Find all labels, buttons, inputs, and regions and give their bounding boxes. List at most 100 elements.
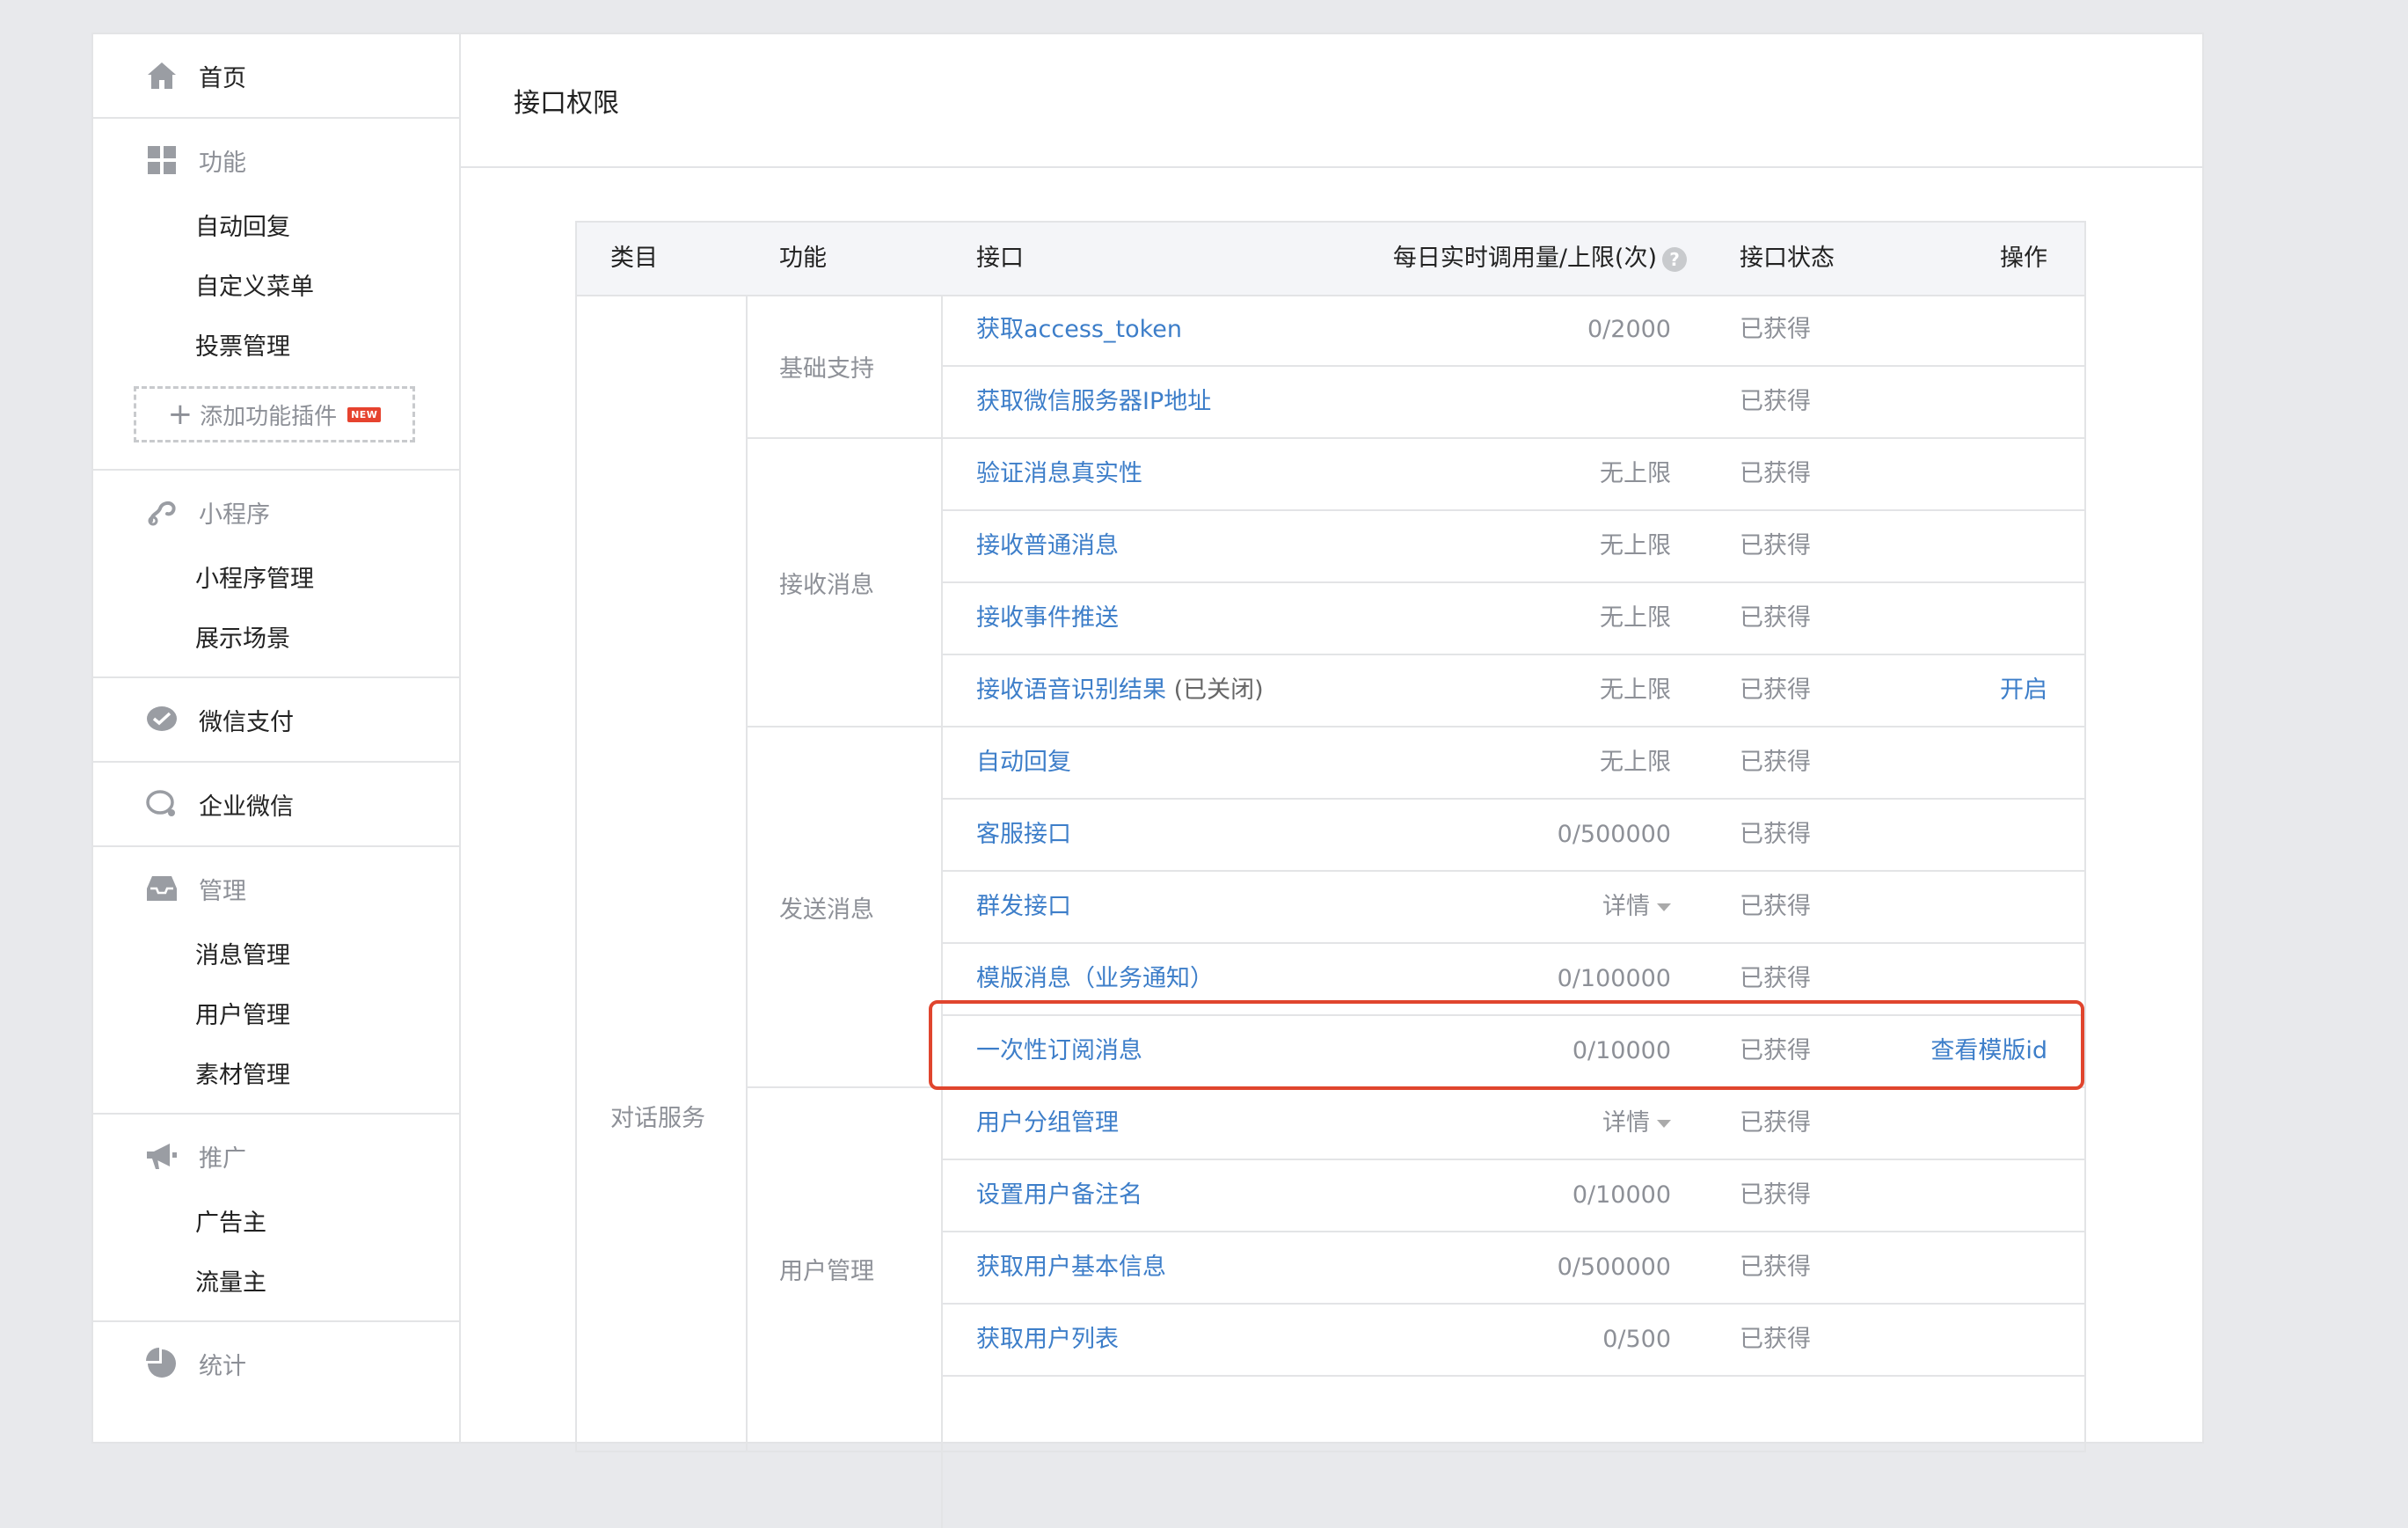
group-send-message: 发送消息: [746, 727, 943, 1088]
page-title: 接口权限: [461, 34, 2202, 168]
sidebar-section-function: 功能 自动回复 自定义菜单 投票管理 + 添加功能插件 NEW: [93, 119, 459, 471]
sidebar-item-advertiser[interactable]: 广告主: [93, 1190, 459, 1250]
quota-text: 0/100000: [1557, 965, 1671, 992]
status-text: 已获得: [1740, 893, 1811, 920]
api-name: 获取用户基本信息: [976, 1254, 1166, 1281]
status-text: 已获得: [1740, 1254, 1811, 1281]
api-name: 接收普通消息: [976, 532, 1119, 559]
sidebar: 首页 功能 自动回复 自定义菜单 投票管理 + 添加功能插件 NEW 小程序 小…: [93, 34, 461, 1442]
api-link[interactable]: 获取用户列表: [976, 1305, 1119, 1375]
table-row: 接收事件推送 无上限 已获得: [943, 583, 2084, 655]
api-link[interactable]: 客服接口: [976, 800, 1071, 870]
api-link[interactable]: 群发接口: [976, 872, 1071, 942]
sidebar-section-stats: 统计: [93, 1322, 459, 1405]
sidebar-item-publisher[interactable]: 流量主: [93, 1250, 459, 1310]
api-name: 接收事件推送: [976, 604, 1119, 632]
api-name: 客服接口: [976, 821, 1071, 848]
status-text: 已获得: [1740, 604, 1811, 632]
api-name: 设置用户备注名: [976, 1181, 1142, 1209]
sidebar-item-wechat-pay[interactable]: 微信支付: [93, 678, 459, 761]
sidebar-item-work-wechat[interactable]: 企业微信: [93, 763, 459, 845]
plus-icon: +: [167, 397, 193, 432]
add-plugin-button[interactable]: + 添加功能插件 NEW: [134, 386, 415, 442]
table-row: 接收普通消息 无上限 已获得: [943, 511, 2084, 583]
status-text: 已获得: [1740, 1109, 1811, 1137]
status-text: 已获得: [1740, 749, 1811, 776]
status-text: 已获得: [1740, 676, 1811, 704]
sidebar-section-title: 小程序: [93, 471, 459, 553]
api-link[interactable]: 验证消息真实性: [976, 439, 1142, 509]
sidebar-item-miniprogram-manage[interactable]: 小程序管理: [93, 546, 459, 606]
table-row: 自动回复 无上限 已获得: [943, 727, 2084, 800]
quota-details-dropdown[interactable]: 详情: [1602, 872, 1671, 942]
quota-text: 0/500000: [1557, 821, 1671, 848]
quota-text: 0/10000: [1572, 1181, 1671, 1209]
header-category: 类目: [610, 245, 658, 272]
table-row: 接收语音识别结果 (已关闭) 无上限 已获得 开启: [943, 655, 2084, 727]
sidebar-item-display-scene[interactable]: 展示场景: [93, 606, 459, 666]
table-row: 获取用户列表 0/500 已获得: [943, 1305, 2084, 1377]
quota-value: 无上限: [1600, 439, 1671, 509]
header-status: 接口状态: [1740, 245, 1835, 272]
help-icon[interactable]: ?: [1662, 246, 1687, 272]
work-wechat-icon: [144, 786, 179, 822]
quota-text: 0/500: [1602, 1326, 1671, 1353]
api-name: 接收语音识别结果: [976, 676, 1166, 704]
highlight-box: [929, 1000, 2084, 1090]
quota-text: 无上限: [1600, 749, 1671, 776]
sidebar-item-home[interactable]: 首页: [93, 34, 459, 117]
sidebar-item-material-manage[interactable]: 素材管理: [93, 1042, 459, 1102]
api-name: 模版消息（业务通知）: [976, 965, 1214, 992]
sidebar-item-vote[interactable]: 投票管理: [93, 314, 459, 374]
category-column: 对话服务: [577, 295, 748, 1451]
wechat-pay-icon: [144, 702, 179, 737]
sidebar-item-auto-reply[interactable]: 自动回复: [93, 194, 459, 254]
header-action: 操作: [2000, 245, 2047, 272]
page-frame: 首页 功能 自动回复 自定义菜单 投票管理 + 添加功能插件 NEW 小程序 小…: [91, 33, 2204, 1528]
api-link[interactable]: 获取微信服务器IP地址: [976, 367, 1211, 437]
sidebar-item-user-manage[interactable]: 用户管理: [93, 983, 459, 1042]
sidebar-section-title: 功能: [93, 119, 459, 201]
home-icon: [144, 58, 179, 93]
table-row: 验证消息真实性 无上限 已获得: [943, 439, 2084, 511]
api-name: 自动回复: [976, 749, 1071, 776]
quota-value: 0/500000: [1558, 1232, 1671, 1303]
chevron-down-icon: [1657, 903, 1671, 911]
sidebar-section-title: 推广: [93, 1115, 459, 1197]
api-link[interactable]: 接收语音识别结果 (已关闭): [976, 655, 1264, 726]
status-text: 已获得: [1740, 316, 1811, 343]
api-link[interactable]: 用户分组管理: [976, 1088, 1119, 1159]
sidebar-section-miniprogram: 小程序 小程序管理 展示场景: [93, 471, 459, 678]
api-link[interactable]: 接收普通消息: [976, 511, 1119, 581]
sidebar-section-promote: 推广 广告主 流量主: [93, 1115, 459, 1322]
sidebar-item-message-manage[interactable]: 消息管理: [93, 923, 459, 983]
api-link[interactable]: 设置用户备注名: [976, 1160, 1142, 1231]
quota-value: 无上限: [1600, 727, 1671, 798]
api-permission-table: 类目 功能 接口 每日实时调用量/上限(次)? 接口状态 操作 对话服务 基础支…: [575, 221, 2086, 1528]
group-user-manage: 用户管理: [746, 1088, 943, 1528]
api-suffix: (已关闭): [1166, 676, 1264, 704]
status-text: 已获得: [1740, 388, 1811, 415]
quota-text: 0/2000: [1587, 316, 1671, 343]
api-link[interactable]: 接收事件推送: [976, 583, 1119, 654]
chevron-down-icon: [1657, 1120, 1671, 1128]
sidebar-section-title: 统计: [93, 1322, 459, 1405]
api-link[interactable]: 获取用户基本信息: [976, 1232, 1166, 1303]
api-link[interactable]: 获取access_token: [976, 295, 1182, 365]
sidebar-item-custom-menu[interactable]: 自定义菜单: [93, 254, 459, 314]
quota-text: 无上限: [1600, 460, 1671, 487]
quota-value: 无上限: [1600, 655, 1671, 726]
api-link[interactable]: 自动回复: [976, 727, 1071, 798]
sidebar-section-work-wechat: 企业微信: [93, 763, 459, 847]
miniprogram-icon: [144, 494, 179, 530]
quota-text: 0/500000: [1557, 1254, 1671, 1281]
quota-text: 详情: [1602, 1109, 1650, 1137]
quota-text: 详情: [1602, 893, 1650, 920]
quota-value: 0/2000: [1587, 295, 1671, 365]
quota-details-dropdown[interactable]: 详情: [1602, 1088, 1671, 1159]
quota-value: 无上限: [1600, 511, 1671, 581]
action-link[interactable]: 开启: [2000, 655, 2047, 726]
api-name: 验证消息真实性: [976, 460, 1142, 487]
quota-text: 无上限: [1600, 676, 1671, 704]
main-content: 接口权限 类目 功能 接口 每日实时调用量/上限(次)? 接口状态 操作 对话服…: [461, 34, 2202, 1528]
